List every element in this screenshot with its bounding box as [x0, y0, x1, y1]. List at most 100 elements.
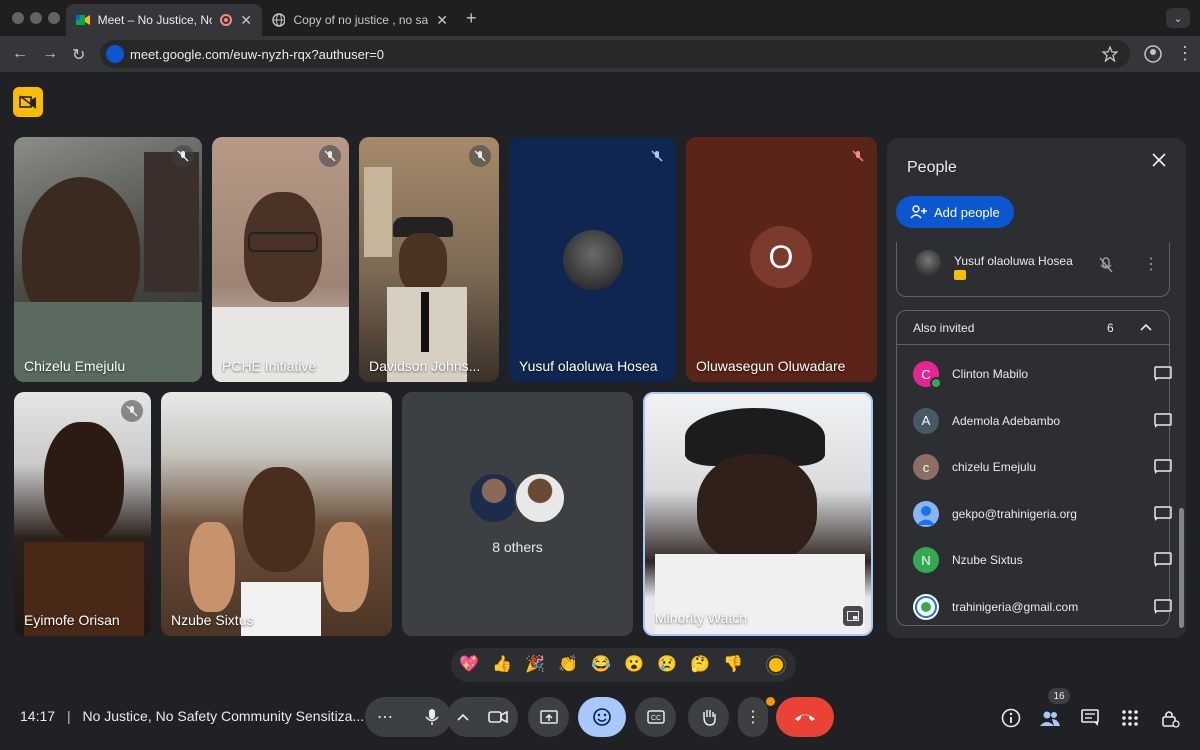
activities-icon[interactable] — [1120, 708, 1140, 728]
more-vert-icon: ⋮ — [745, 709, 761, 726]
invited-person-name: Ademola Adebambo — [952, 413, 1061, 428]
back-icon[interactable]: ← — [12, 45, 28, 63]
reload-icon[interactable]: ↻ — [72, 45, 85, 65]
reaction-emoji[interactable]: 🎉 — [523, 653, 547, 677]
close-tab-icon[interactable]: ✕ — [240, 12, 252, 29]
reactions-bar: 💖 👍 🎉 👏 😂 😮 😢 🤔 👎 — [451, 648, 796, 682]
reaction-emoji[interactable]: 👎 — [721, 653, 745, 677]
meeting-info: 14:17 | No Justice, No Safety Community … — [20, 708, 364, 724]
others-count-label: 8 others — [492, 539, 543, 555]
close-tab-icon[interactable]: ✕ — [436, 12, 448, 29]
reaction-emoji[interactable]: 😢 — [655, 653, 679, 677]
message-icon[interactable] — [1154, 598, 1172, 615]
add-people-button[interactable]: Add people — [896, 196, 1014, 228]
message-icon[interactable] — [1154, 366, 1172, 382]
companion-badge-icon — [954, 270, 966, 280]
raise-hand-button[interactable] — [688, 697, 729, 737]
chat-icon[interactable] — [1080, 708, 1100, 728]
participant-name: Yusuf olaoluwa Hosea — [954, 254, 1073, 268]
avatar — [514, 472, 566, 524]
browser-menu-icon[interactable]: ⋮ — [1176, 43, 1194, 64]
invited-person-row: C Clinton Mabilo — [897, 351, 1172, 397]
new-tab-icon[interactable]: + — [466, 8, 477, 29]
message-icon[interactable] — [1154, 505, 1172, 522]
forward-icon[interactable]: → — [42, 45, 58, 63]
reactions-button[interactable] — [578, 697, 626, 737]
address-bar[interactable]: meet.google.com/euw-nyzh-rqx?authuser=0 — [100, 40, 1130, 68]
panel-scrollbar[interactable] — [1179, 508, 1184, 628]
present-button[interactable] — [528, 697, 569, 737]
meeting-details-icon[interactable] — [1001, 708, 1021, 728]
more-options-button[interactable]: ⋮ — [738, 697, 768, 737]
pip-icon[interactable] — [843, 606, 863, 626]
mic-off-icon[interactable] — [1099, 257, 1113, 273]
site-info-icon[interactable] — [106, 45, 124, 63]
host-controls-icon[interactable] — [1160, 708, 1180, 728]
participant-tile[interactable]: O Oluwasegun Oluwadare — [686, 137, 877, 382]
mic-group: ⋯ — [365, 697, 451, 737]
companion-mode-icon[interactable] — [13, 87, 43, 117]
tab-doc[interactable]: Copy of no justice , no safety ✕ — [262, 4, 458, 36]
window-minimize-dot[interactable] — [30, 12, 42, 24]
invited-person-row: trahinigeria@gmail.com — [897, 584, 1172, 630]
profile-icon[interactable] — [1144, 45, 1162, 63]
bookmark-star-icon[interactable] — [1102, 46, 1118, 62]
window-close-dot[interactable] — [12, 12, 24, 24]
tab-meet[interactable]: Meet – No Justice, No Safety ✕ — [66, 4, 262, 36]
emoji-icon — [593, 708, 611, 726]
accepted-check-icon — [930, 377, 942, 389]
browser-toolbar: ← → ↻ meet.google.com/euw-nyzh-rqx?authu… — [0, 36, 1200, 72]
person-silhouette — [399, 233, 447, 293]
participant-name: Davidson Johns... — [369, 358, 481, 374]
person-silhouette — [697, 454, 817, 564]
reaction-emoji[interactable]: 😂 — [589, 653, 613, 677]
glasses — [248, 232, 318, 252]
message-icon[interactable] — [1154, 412, 1172, 429]
url-text: meet.google.com/euw-nyzh-rqx?authuser=0 — [130, 46, 385, 62]
participant-tile[interactable]: Eyimofe Orisan — [14, 392, 151, 636]
reaction-emoji[interactable]: 🤔 — [688, 653, 712, 677]
avatar: O — [750, 226, 812, 288]
participant-tile[interactable]: Minority Watch — [643, 392, 873, 636]
tab-title: Copy of no justice , no safety — [293, 13, 429, 27]
avatar: c — [913, 454, 939, 480]
mic-off-icon — [319, 145, 341, 167]
camera-icon[interactable] — [488, 710, 508, 724]
invited-count: 6 — [1107, 321, 1114, 335]
camera-group — [447, 697, 518, 737]
present-screen-icon — [539, 710, 558, 724]
microphone-icon[interactable] — [425, 708, 439, 726]
others-tile[interactable]: 8 others — [402, 392, 633, 636]
chevron-up-icon[interactable] — [1140, 323, 1152, 331]
tab-search-icon[interactable]: ⌄ — [1166, 8, 1190, 28]
invited-person-name: chizelu Emejulu — [952, 460, 1037, 474]
participant-tile[interactable]: Nzube Sixtus — [161, 392, 392, 636]
svg-text:CC: CC — [651, 715, 661, 722]
window-maximize-dot[interactable] — [48, 12, 60, 24]
message-icon[interactable] — [1154, 459, 1172, 475]
participant-name: Minority Watch — [655, 610, 748, 626]
avatar: N — [913, 547, 939, 573]
window — [364, 167, 392, 257]
participant-name: Oluwasegun Oluwadare — [696, 358, 846, 374]
reaction-emoji[interactable]: 👏 — [556, 653, 580, 677]
skin-tone-icon[interactable] — [767, 656, 785, 674]
participant-tile[interactable]: PCHE Initiative — [212, 137, 349, 382]
chevron-up-icon[interactable] — [457, 713, 469, 721]
leave-call-button[interactable] — [776, 697, 834, 737]
participant-tile[interactable]: Chizelu Emejulu — [14, 137, 202, 382]
people-icon[interactable] — [1039, 708, 1061, 728]
participant-tile[interactable]: Yusuf olaoluwa Hosea — [509, 137, 676, 382]
captions-button[interactable]: CC — [635, 697, 676, 737]
message-icon[interactable] — [1154, 552, 1172, 568]
reaction-emoji[interactable]: 👍 — [490, 653, 514, 677]
mic-off-icon — [121, 400, 143, 422]
more-options-icon[interactable]: ⋮ — [1143, 254, 1159, 274]
participant-tile[interactable]: Davidson Johns... — [359, 137, 499, 382]
in-call-group: Yusuf olaoluwa Hosea ⋮ — [896, 242, 1170, 297]
close-panel-icon[interactable] — [1152, 153, 1166, 167]
also-invited-group: Also invited 6 C Clinton Mabilo A Ademola A… — [896, 310, 1172, 626]
audio-options-icon[interactable]: ⋯ — [377, 707, 393, 727]
reaction-emoji[interactable]: 💖 — [457, 653, 481, 677]
reaction-emoji[interactable]: 😮 — [622, 653, 646, 677]
